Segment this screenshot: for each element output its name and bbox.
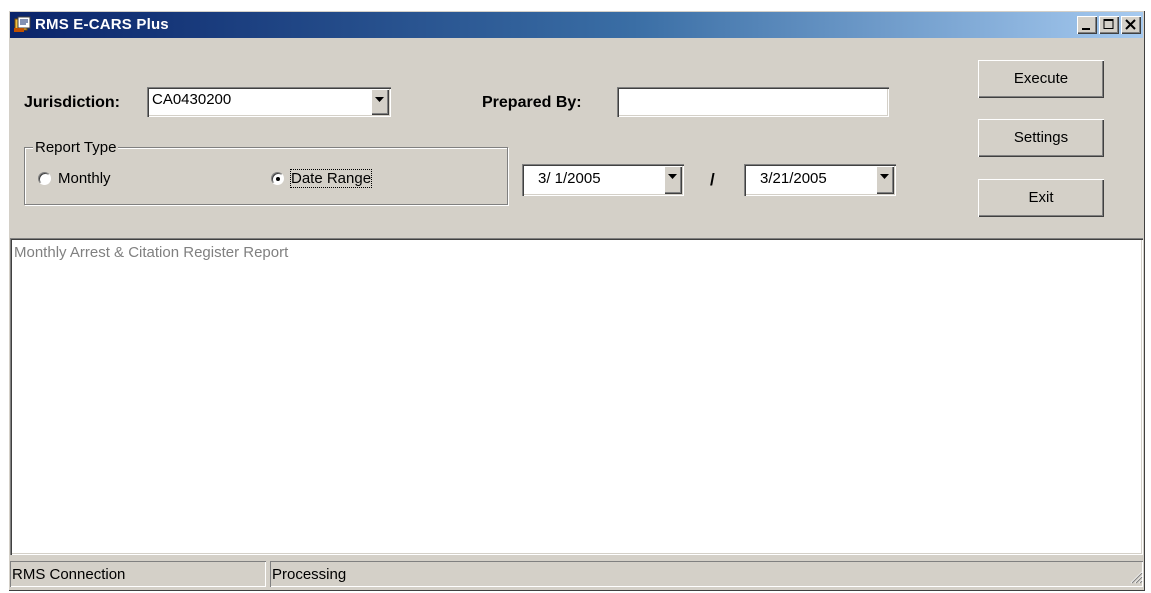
date-from-picker[interactable]: 3/ 1/2005 [522, 164, 684, 196]
settings-button[interactable]: Settings [978, 119, 1104, 157]
minimize-button[interactable] [1077, 16, 1097, 34]
jurisdiction-value: CA0430200 [152, 91, 232, 108]
status-bar: RMS Connection Processing [10, 559, 1143, 589]
radio-date-range[interactable]: Date Range [271, 169, 401, 188]
close-button[interactable] [1121, 16, 1141, 34]
date-to-dropdown-button[interactable] [876, 166, 894, 194]
status-state-text: Processing [272, 566, 347, 583]
execute-button[interactable]: Execute [978, 60, 1104, 98]
date-from-dropdown-button[interactable] [664, 166, 682, 194]
resize-grip-icon[interactable] [1129, 570, 1143, 589]
report-app-icon [14, 16, 32, 33]
jurisdiction-dropdown-button[interactable] [371, 89, 389, 115]
status-state-panel: Processing [270, 561, 1143, 587]
status-connection-text: RMS Connection [12, 566, 126, 583]
app-window: RMS E-CARS Plus Jurisdiction: CA0430200 … [8, 10, 1145, 591]
jurisdiction-combobox[interactable]: CA0430200 [147, 87, 391, 117]
date-separator: / [710, 170, 715, 189]
maximize-button[interactable] [1099, 16, 1119, 34]
title-bar[interactable]: RMS E-CARS Plus [10, 12, 1143, 38]
report-output-area[interactable]: Monthly Arrest & Citation Register Repor… [10, 238, 1143, 555]
prepared-by-input[interactable] [617, 87, 889, 117]
radio-monthly-circle [38, 172, 51, 185]
report-output-text: Monthly Arrest & Citation Register Repor… [14, 244, 289, 261]
radio-monthly[interactable]: Monthly [38, 170, 148, 188]
date-to-value: 3/21/2005 [760, 170, 827, 187]
radio-date-range-label: Date Range [289, 169, 373, 188]
jurisdiction-label: Jurisdiction: [24, 94, 121, 111]
window-title: RMS E-CARS Plus [35, 16, 169, 33]
status-connection-panel: RMS Connection [10, 561, 266, 587]
prepared-by-label: Prepared By: [482, 94, 582, 111]
date-from-value: 3/ 1/2005 [538, 170, 601, 187]
radio-selected-dot [276, 177, 280, 181]
exit-button[interactable]: Exit [978, 179, 1104, 217]
date-to-picker[interactable]: 3/21/2005 [744, 164, 896, 196]
radio-monthly-label: Monthly [58, 170, 111, 187]
radio-date-range-circle [271, 172, 284, 185]
report-type-legend: Report Type [33, 139, 119, 156]
